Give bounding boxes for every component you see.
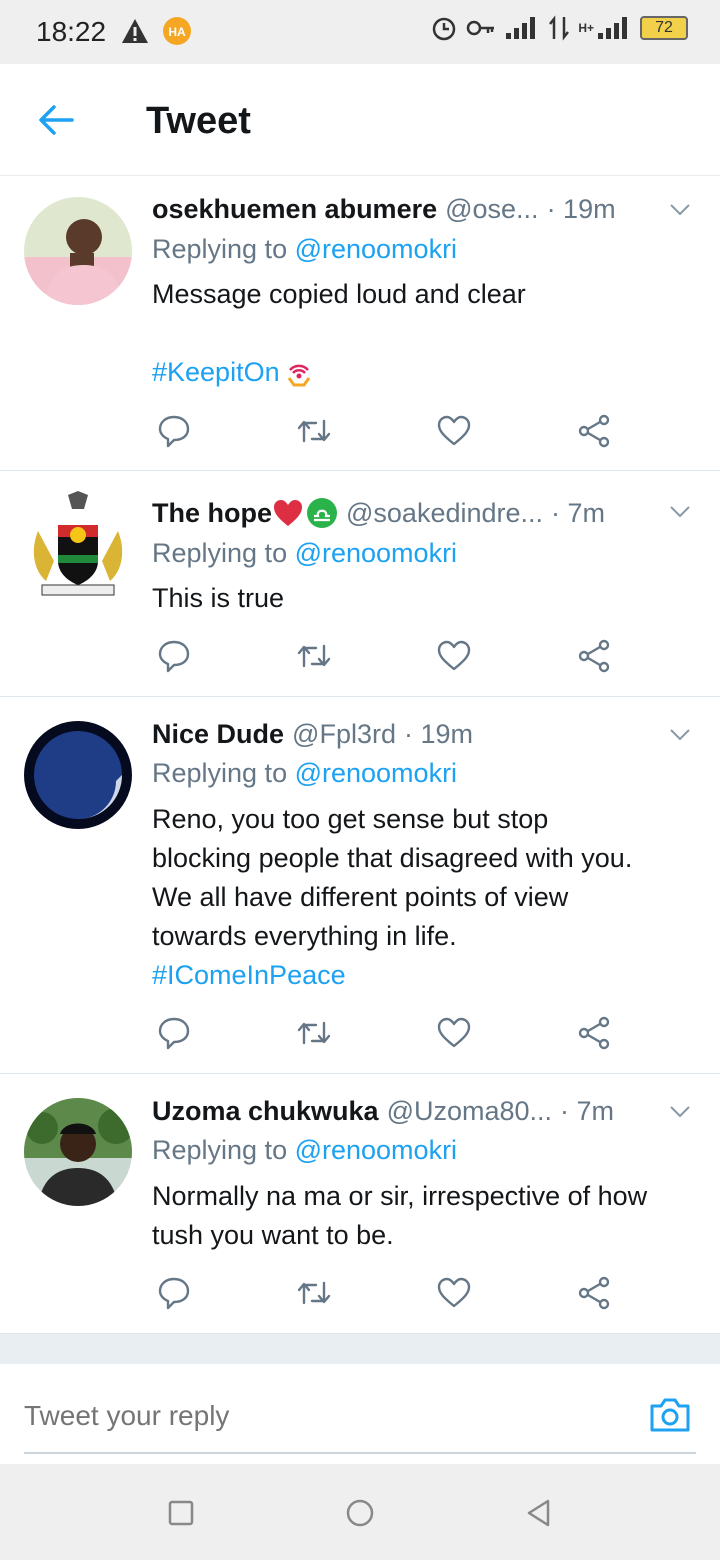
- libra-emoji-icon: [307, 498, 337, 528]
- back-arrow-icon[interactable]: [36, 100, 76, 140]
- reply-icon[interactable]: [156, 638, 192, 674]
- author-handle[interactable]: @soakedindre...: [346, 498, 543, 529]
- reply-underline: [24, 1452, 696, 1454]
- avatar[interactable]: [24, 491, 132, 599]
- tweet-actions: [152, 1015, 632, 1051]
- replying-to: Replying to @renoomokri: [152, 234, 458, 264]
- tweet-timestamp: · 7m: [551, 497, 606, 528]
- warning-icon: [122, 19, 148, 43]
- camera-icon[interactable]: [648, 1394, 692, 1434]
- svg-text:HA: HA: [168, 25, 186, 39]
- mention-link[interactable]: @renoomokri: [295, 1135, 457, 1165]
- tweet-text: Message copied loud and clear #KeepitOn: [152, 275, 700, 392]
- author-name[interactable]: Nice Dude: [152, 719, 284, 750]
- replying-to: Replying to @renoomokri: [152, 758, 458, 788]
- author-name[interactable]: Uzoma chukwuka: [152, 1096, 379, 1127]
- retweet-icon[interactable]: [296, 638, 332, 674]
- replying-to: Replying to @renoomokri: [152, 1135, 458, 1165]
- reply-input[interactable]: [24, 1394, 584, 1438]
- app-notification-icon: HA: [163, 17, 191, 45]
- tweet-text: Normally na ma or sir, irrespective of h…: [152, 1181, 648, 1250]
- reply-icon[interactable]: [156, 1275, 192, 1311]
- retweet-icon[interactable]: [296, 1015, 332, 1051]
- tweet-item[interactable]: osekhuemen abumere @ose... · 19m Replyin…: [0, 177, 720, 471]
- page-title: Tweet: [146, 100, 251, 142]
- tweet-item[interactable]: Uzoma chukwuka @Uzoma80... · 7m Replying…: [0, 1074, 720, 1334]
- hashtag-link[interactable]: #IComeInPeace: [152, 956, 700, 995]
- avatar[interactable]: [24, 721, 132, 829]
- tweet-item[interactable]: The hope @soakedindre... · 7m Replying t…: [0, 471, 720, 697]
- like-heart-icon[interactable]: [436, 413, 472, 449]
- network-type: H+: [578, 21, 594, 35]
- share-icon[interactable]: [576, 1015, 612, 1051]
- author-handle[interactable]: @ose...: [445, 194, 538, 225]
- tweet-timestamp: · 19m: [546, 193, 616, 224]
- share-icon[interactable]: [576, 1275, 612, 1311]
- chevron-down-icon[interactable]: [668, 499, 692, 523]
- chevron-down-icon[interactable]: [668, 1099, 692, 1123]
- replying-to: Replying to @renoomokri: [152, 538, 458, 568]
- retweet-icon[interactable]: [296, 1275, 332, 1311]
- tweet-actions: [152, 413, 632, 449]
- reply-icon[interactable]: [156, 413, 192, 449]
- battery-indicator: 72: [640, 16, 688, 40]
- tweet-timestamp: · 19m: [404, 718, 474, 749]
- reply-composer: [0, 1364, 720, 1464]
- author-name[interactable]: The hope: [152, 498, 272, 529]
- tweet-timestamp: · 7m: [560, 1095, 615, 1126]
- chevron-down-icon[interactable]: [668, 722, 692, 746]
- tweet-actions: [152, 638, 632, 674]
- tweet-text: Reno, you too get sense but stop blockin…: [152, 800, 700, 995]
- tweet-actions: [152, 1275, 632, 1311]
- recents-square-icon[interactable]: [166, 1498, 196, 1528]
- reply-icon[interactable]: [156, 1015, 192, 1051]
- share-icon[interactable]: [576, 413, 612, 449]
- chevron-down-icon[interactable]: [668, 197, 692, 221]
- like-heart-icon[interactable]: [436, 1015, 472, 1051]
- red-heart-emoji-icon: [274, 500, 302, 526]
- mention-link[interactable]: @renoomokri: [295, 758, 457, 788]
- home-circle-icon[interactable]: [345, 1498, 375, 1528]
- like-heart-icon[interactable]: [436, 1275, 472, 1311]
- share-icon[interactable]: [576, 638, 612, 674]
- signal-2-icon: [598, 17, 627, 39]
- like-heart-icon[interactable]: [436, 638, 472, 674]
- author-handle[interactable]: @Fpl3rd: [292, 719, 396, 750]
- back-triangle-icon[interactable]: [524, 1498, 554, 1528]
- vpn-key-icon: [467, 20, 495, 36]
- status-bar: 18:22 HA H+ 72: [0, 0, 720, 64]
- alarm-icon: [433, 17, 456, 41]
- avatar[interactable]: [24, 1098, 132, 1206]
- mention-link[interactable]: @renoomokri: [295, 234, 457, 264]
- retweet-icon[interactable]: [296, 413, 332, 449]
- app-header: Tweet: [0, 64, 720, 176]
- data-transfer-icon: [549, 15, 570, 41]
- tweet-item[interactable]: Nice Dude @Fpl3rd · 19m Replying to @ren…: [0, 697, 720, 1074]
- section-divider: [0, 1334, 720, 1364]
- hashtag-link[interactable]: #KeepitOn: [152, 353, 280, 392]
- system-nav-bar: [0, 1464, 720, 1560]
- mention-link[interactable]: @renoomokri: [295, 538, 457, 568]
- avatar[interactable]: [24, 197, 132, 305]
- author-name[interactable]: osekhuemen abumere: [152, 194, 437, 225]
- author-handle[interactable]: @Uzoma80...: [387, 1096, 552, 1127]
- status-time: 18:22: [36, 16, 107, 47]
- tweet-text: This is true: [152, 583, 285, 613]
- keepiton-emoji-icon: [287, 364, 310, 386]
- signal-icon: [506, 17, 536, 39]
